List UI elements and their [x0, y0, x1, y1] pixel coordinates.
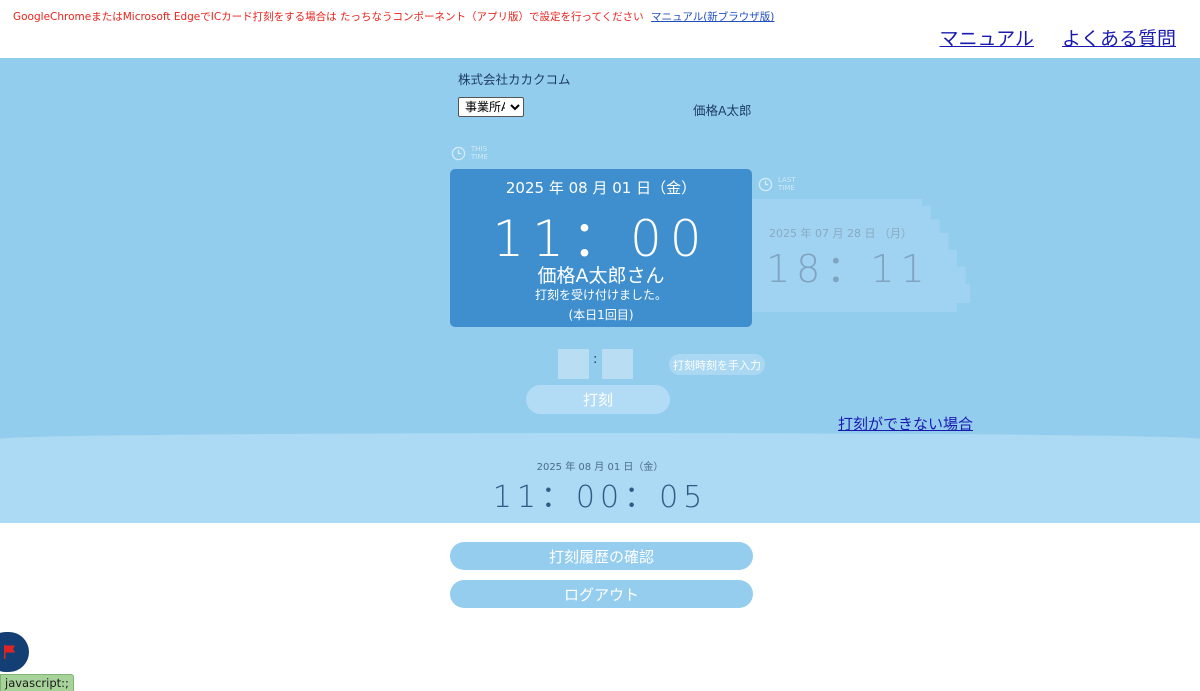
company-name: 株式会社カカクコム: [458, 72, 571, 87]
this-label-line1: THIS: [471, 145, 488, 153]
last-time-clock: 18：11: [766, 247, 931, 291]
office-select[interactable]: 事業所A: [458, 97, 524, 117]
status-bar-url: javascript:;: [0, 674, 74, 691]
last-label-line1: LAST: [778, 176, 796, 184]
manual-new-browser-link[interactable]: マニュアル(新ブラウザ版): [651, 11, 774, 23]
browser-notice: GoogleChromeまたはMicrosoft EdgeでICカード打刻をする…: [13, 9, 774, 24]
last-time-label: LAST TIME: [758, 176, 796, 192]
stamp-user-name: 価格A太郎さん: [537, 265, 665, 287]
stamp-button[interactable]: 打刻: [526, 385, 670, 414]
this-time-label: THIS TIME: [451, 145, 488, 161]
this-label-line2: TIME: [471, 153, 488, 161]
header-links: マニュアル よくある質問: [918, 24, 1177, 51]
logout-button[interactable]: ログアウト: [450, 580, 753, 608]
notice-text: GoogleChromeまたはMicrosoft EdgeでICカード打刻をする…: [13, 11, 644, 23]
manual-link[interactable]: マニュアル: [940, 28, 1034, 50]
flag-icon: [4, 645, 15, 659]
hour-input[interactable]: [558, 349, 589, 379]
stamp-history-button[interactable]: 打刻履歴の確認: [450, 542, 753, 570]
feedback-flag-button[interactable]: [0, 632, 29, 672]
clock-icon: [451, 146, 466, 160]
user-name: 価格A太郎: [693, 103, 752, 118]
current-clock: 11：00：05: [492, 480, 708, 515]
clock-icon: [758, 177, 773, 191]
faq-link[interactable]: よくある質問: [1062, 28, 1176, 50]
cannot-stamp-link[interactable]: 打刻ができない場合: [838, 413, 973, 434]
time-separator: :: [593, 352, 598, 367]
minute-input[interactable]: [602, 349, 633, 379]
stamp-count: (本日1回目): [568, 308, 634, 322]
this-time-date: 2025 年 08 月 01 日（金）: [505, 179, 697, 197]
stamp-message: 打刻を受け付けました。: [534, 288, 667, 302]
current-date: 2025 年 08 月 01 日（金）: [536, 462, 664, 473]
this-time-card: 2025 年 08 月 01 日（金） 11：00 価格A太郎さん 打刻を受け付…: [450, 169, 752, 327]
manual-time-entry-button[interactable]: 打刻時刻を手入力: [669, 354, 765, 375]
last-label-line2: TIME: [778, 184, 795, 192]
